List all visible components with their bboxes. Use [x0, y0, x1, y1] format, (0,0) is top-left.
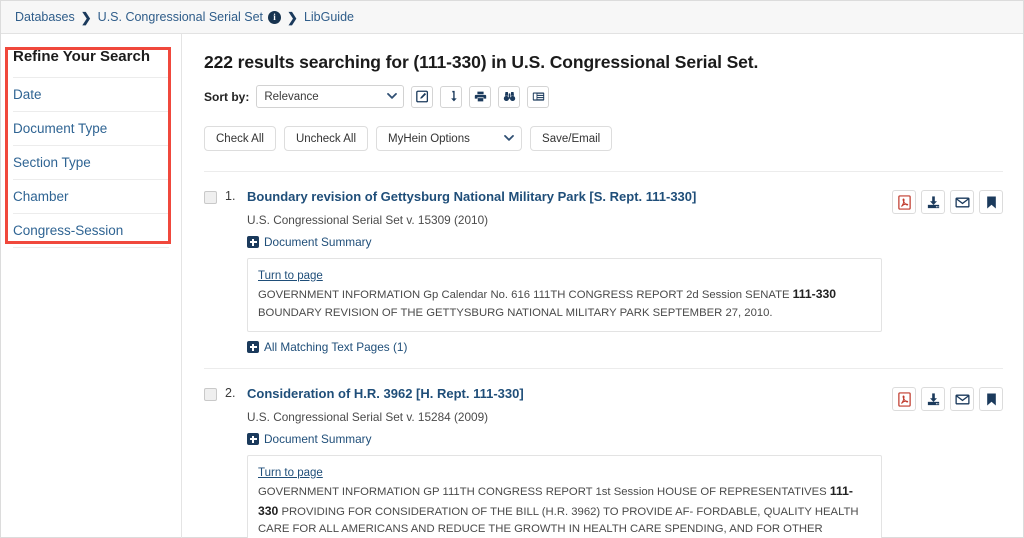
page-body: Refine Your Search Date Document Type Se…: [1, 34, 1023, 538]
breadcrumb-item-libguide[interactable]: LibGuide: [304, 10, 354, 24]
refine-search-sidebar: Refine Your Search Date Document Type Se…: [1, 34, 182, 538]
result-actions: [892, 190, 1003, 354]
result-content: Consideration of H.R. 3962 [H. Rept. 111…: [247, 385, 892, 538]
turn-to-page-link[interactable]: Turn to page: [258, 270, 323, 282]
snippet-post: BOUNDARY REVISION OF THE GETTYSBURG NATI…: [258, 306, 773, 319]
snippet-highlight: 111-330: [792, 287, 837, 301]
sort-arrow-icon[interactable]: [440, 85, 463, 108]
breadcrumb-separator-icon: ❯: [80, 9, 92, 25]
breadcrumb: Databases ❯ U.S. Congressional Serial Se…: [1, 1, 1023, 34]
sidebar-item-chamber[interactable]: Chamber: [13, 180, 169, 214]
snippet-text: GOVERNMENT INFORMATION GP 111TH CONGRESS…: [258, 482, 871, 538]
snippet-pre: GOVERNMENT INFORMATION Gp Calendar No. 6…: [258, 289, 793, 301]
sidebar-heading: Refine Your Search: [13, 34, 169, 78]
result-checkbox[interactable]: [204, 191, 217, 204]
result-number: 1.: [225, 189, 236, 203]
sort-select[interactable]: Relevance: [256, 85, 405, 108]
result-citation: U.S. Congressional Serial Set v. 15309 (…: [247, 213, 489, 227]
result-item: 1. Boundary revision of Gettysburg Natio…: [204, 172, 1003, 354]
edit-search-icon[interactable]: [411, 85, 434, 108]
email-icon[interactable]: [950, 387, 974, 411]
email-icon[interactable]: [950, 190, 974, 214]
snippet-text: GOVERNMENT INFORMATION Gp Calendar No. 6…: [258, 285, 871, 322]
binoculars-icon[interactable]: [498, 85, 521, 108]
result-item: 2. Consideration of H.R. 3962 [H. Rept. …: [204, 368, 1003, 538]
sort-toolbar: Sort by: Relevance: [204, 85, 1003, 108]
snippet-pre: GOVERNMENT INFORMATION GP 111TH CONGRESS…: [258, 486, 830, 498]
result-title-link[interactable]: Consideration of H.R. 3962 [H. Rept. 111…: [247, 386, 524, 401]
turn-to-page-link[interactable]: Turn to page: [258, 467, 323, 479]
list-view-icon[interactable]: [527, 85, 550, 108]
sidebar-item-section-type[interactable]: Section Type: [13, 146, 169, 180]
download-icon[interactable]: [921, 190, 945, 214]
document-summary-label: Document Summary: [264, 432, 372, 446]
sort-label: Sort by:: [204, 89, 250, 104]
pdf-icon[interactable]: [892, 387, 916, 411]
snippet-post: PROVIDING FOR CONSIDERATION OF THE BILL …: [258, 505, 859, 536]
result-actions: [892, 387, 1003, 538]
result-snippet: Turn to page GOVERNMENT INFORMATION Gp C…: [247, 258, 882, 332]
chevron-down-icon-2: [504, 133, 514, 144]
download-icon[interactable]: [921, 387, 945, 411]
results-main: 222 results searching for (111-330) in U…: [182, 34, 1023, 538]
matching-pages-label: All Matching Text Pages (1): [264, 340, 408, 354]
save-email-button[interactable]: Save/Email: [530, 126, 613, 151]
info-icon[interactable]: i: [268, 10, 282, 24]
sidebar-item-document-type[interactable]: Document Type: [13, 112, 169, 146]
bulk-action-toolbar: Check All Uncheck All MyHein Options Sav…: [204, 126, 1003, 151]
facet-list: Refine Your Search Date Document Type Se…: [1, 34, 181, 248]
plus-icon: [247, 236, 259, 248]
document-summary-toggle[interactable]: Document Summary: [247, 235, 882, 249]
breadcrumb-separator-icon-2: ❯: [287, 9, 298, 25]
plus-icon-2: [247, 341, 259, 353]
sort-select-value: Relevance: [264, 90, 319, 103]
search-results-page: Databases ❯ U.S. Congressional Serial Se…: [0, 0, 1024, 538]
result-citation: U.S. Congressional Serial Set v. 15284 (…: [247, 410, 489, 424]
bookmark-icon[interactable]: [979, 190, 1003, 214]
result-snippet: Turn to page GOVERNMENT INFORMATION GP 1…: [247, 455, 882, 538]
matching-pages-toggle[interactable]: All Matching Text Pages (1): [247, 340, 882, 354]
uncheck-all-button[interactable]: Uncheck All: [283, 126, 369, 151]
result-title-link[interactable]: Boundary revision of Gettysburg National…: [247, 189, 696, 204]
plus-icon: [247, 433, 259, 445]
bookmark-icon[interactable]: [979, 387, 1003, 411]
page-title: 222 results searching for (111-330) in U…: [204, 52, 759, 72]
print-icon[interactable]: [469, 85, 492, 108]
breadcrumb-item-serial-set[interactable]: U.S. Congressional Serial Set: [98, 10, 263, 24]
check-all-button[interactable]: Check All: [204, 126, 276, 151]
myhein-options-select[interactable]: MyHein Options: [376, 126, 523, 151]
result-checkbox[interactable]: [204, 388, 217, 401]
result-number: 2.: [225, 386, 236, 400]
sidebar-item-date[interactable]: Date: [13, 78, 169, 112]
document-summary-toggle[interactable]: Document Summary: [247, 432, 882, 446]
breadcrumb-item-databases[interactable]: Databases: [15, 10, 75, 24]
result-content: Boundary revision of Gettysburg National…: [247, 188, 892, 354]
myhein-options-value: MyHein Options: [388, 132, 470, 145]
chevron-down-icon: [387, 91, 398, 102]
sidebar-item-congress-session[interactable]: Congress-Session: [13, 214, 169, 248]
pdf-icon[interactable]: [892, 190, 916, 214]
document-summary-label: Document Summary: [264, 235, 372, 249]
